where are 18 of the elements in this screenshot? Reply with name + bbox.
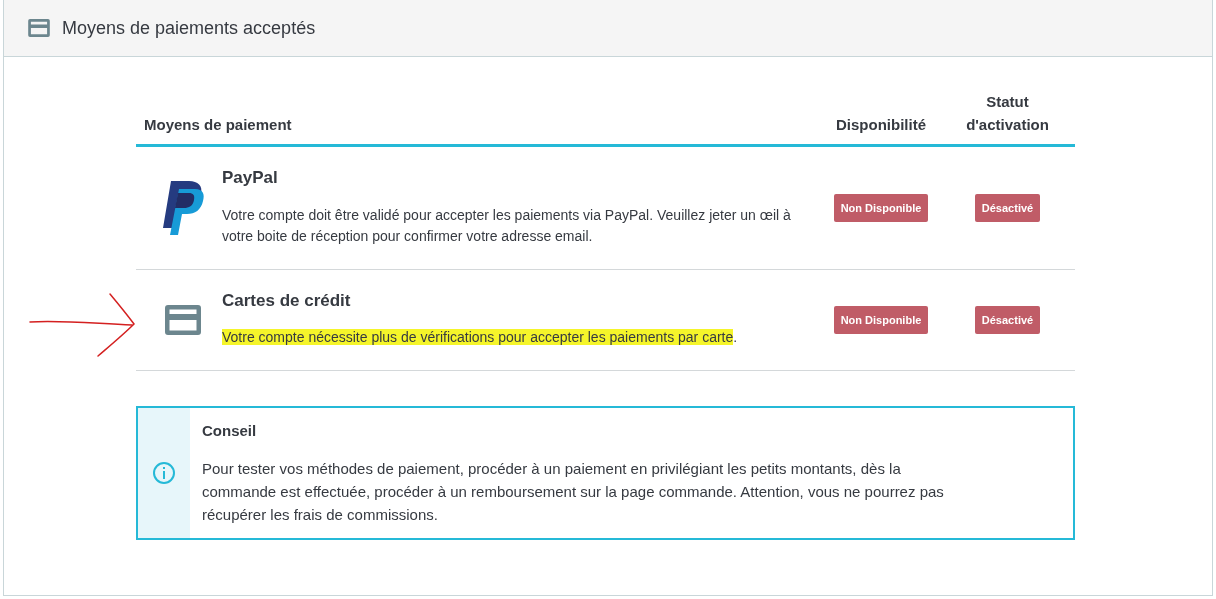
credit-card-icon [165, 304, 201, 335]
column-header: Disponibilité [835, 114, 927, 135]
method-description: Votre compte nécessite plus de vérifications pour accepter les paiements par carte. [222, 328, 739, 347]
column-header: Moyens de paiement [143, 114, 293, 135]
column-header: Statut d'activation [965, 92, 1050, 135]
tip-title: Conseil [202, 421, 258, 441]
method-description: Votre compte doit être validé pour accepter les paiements via PayPal. Veuillez jeter un œil à votre boite de réception pour confirmer votre adresse email. [222, 205, 792, 246]
availability-badge: Non Disponible [833, 305, 929, 334]
status-badge: Désactivé [974, 193, 1041, 222]
credit-card-icon [28, 19, 50, 37]
info-icon [152, 461, 176, 485]
method-name: PayPal [222, 167, 279, 189]
method-name: Cartes de crédit [222, 289, 352, 312]
panel-title: Moyens de paiements acceptés [62, 16, 316, 40]
paypal-logo-icon [161, 180, 205, 235]
tip-text: Pour tester vos méthodes de paiement, procéder à un paiement en privilégiant les petits montants, dès la commande est effectuée, procéder à un remboursement sur la page commande. Attention, vous ne pourrez pas récupérer les frais de commissions. [202, 458, 945, 525]
availability-badge: Non Disponible [833, 193, 929, 222]
status-badge: Désactivé [974, 305, 1041, 334]
